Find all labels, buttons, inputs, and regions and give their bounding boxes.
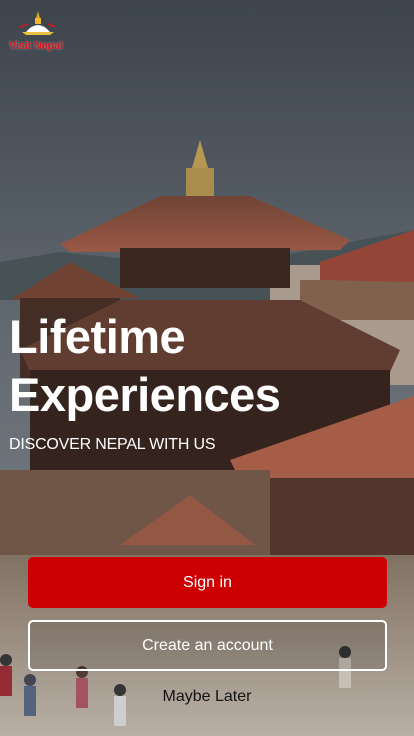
create-account-button[interactable]: Create an account xyxy=(28,620,387,671)
visit-nepal-logo: Visit Nepal xyxy=(6,10,70,54)
sign-in-button[interactable]: Sign in xyxy=(28,557,387,608)
logo-text: Visit Nepal xyxy=(9,40,63,52)
subheadline: DISCOVER NEPAL WITH US xyxy=(9,436,216,453)
headline: Lifetime Experiences xyxy=(9,308,281,424)
welcome-screen: Visit Nepal Lifetime Experiences DISCOVE… xyxy=(0,0,414,736)
headline-line-1: Lifetime xyxy=(9,310,186,363)
stupa-logo-icon xyxy=(20,11,56,35)
maybe-later-link[interactable]: Maybe Later xyxy=(100,680,314,714)
headline-line-2: Experiences xyxy=(9,368,281,421)
